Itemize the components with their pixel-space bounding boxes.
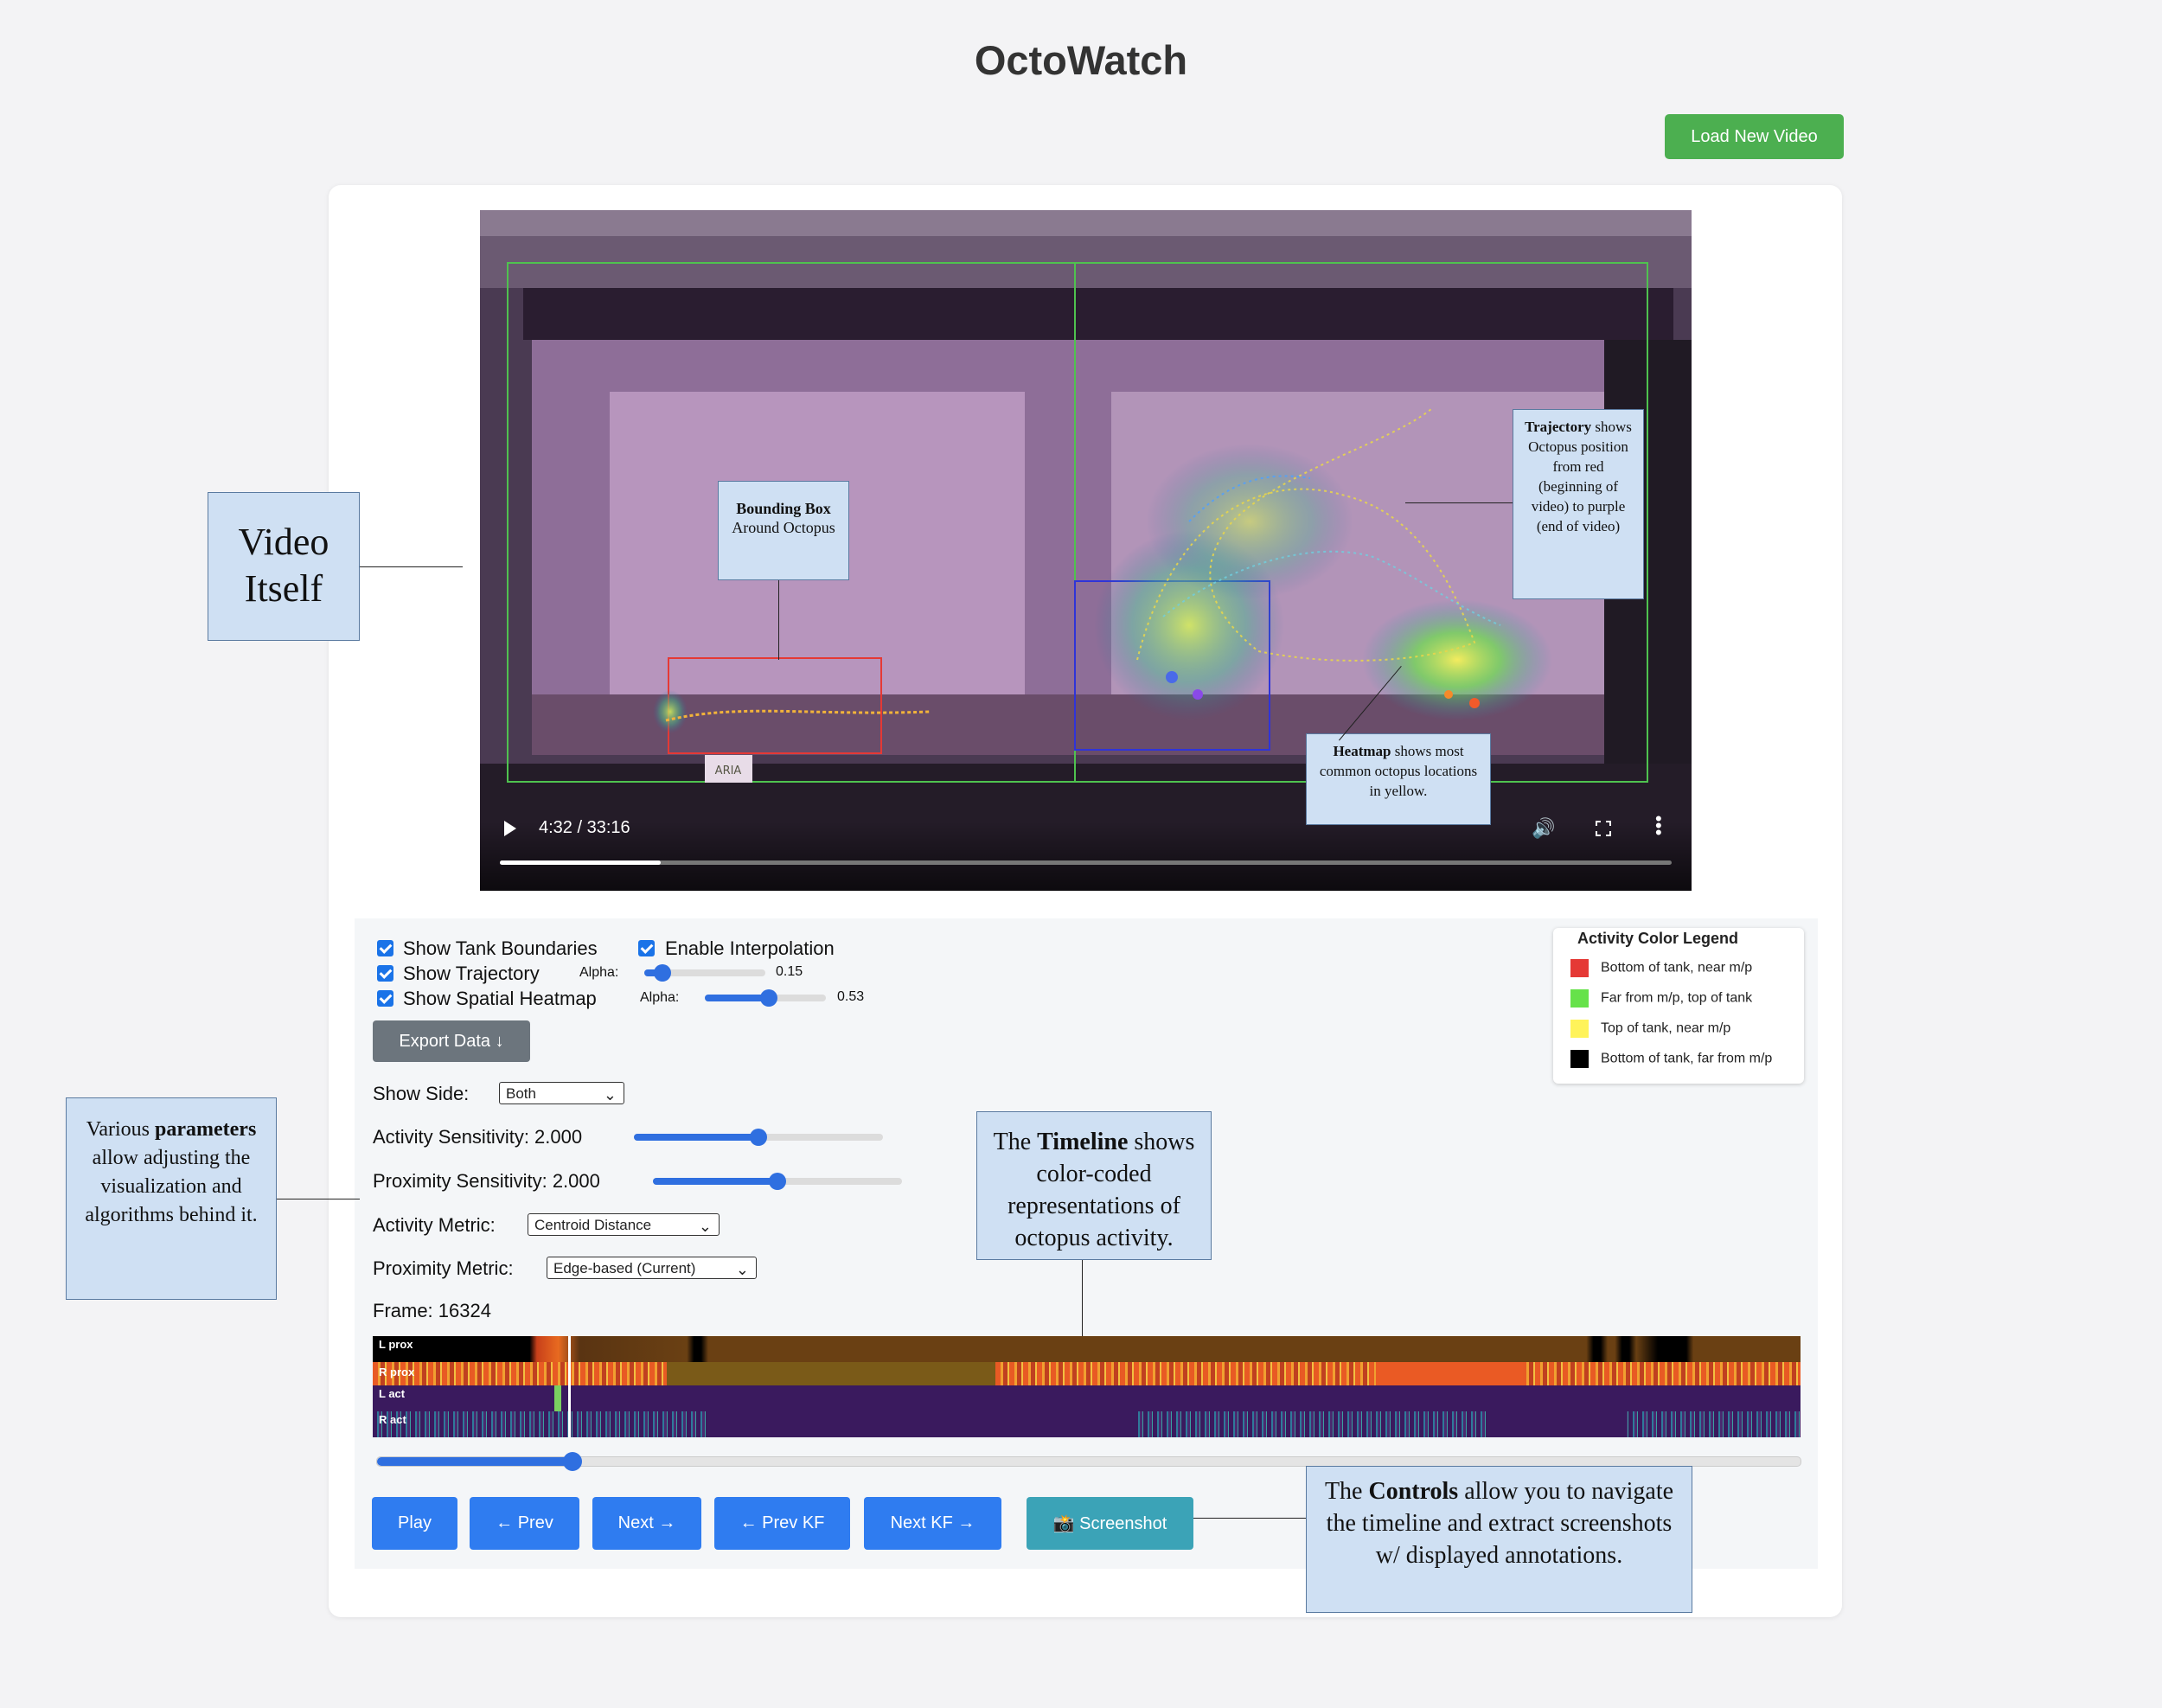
proximity-sensitivity-slider[interactable] bbox=[653, 1173, 902, 1190]
slider-fill bbox=[634, 1134, 758, 1141]
activity-sensitivity-label: Activity Sensitivity: 2.000 bbox=[373, 1126, 583, 1148]
video-player[interactable]: ARIA 4:32 / 33:16 🔊 • • • Bounding Box Aro… bbox=[480, 210, 1692, 891]
proximity-metric-select[interactable]: Edge-based (Current) ⌄ bbox=[547, 1257, 757, 1279]
annotation-arrow bbox=[1193, 1518, 1306, 1519]
annotation-arrow bbox=[360, 566, 463, 567]
show-side-label: Show Side: bbox=[373, 1083, 470, 1104]
slider-thumb[interactable] bbox=[562, 1452, 582, 1471]
trajectory-alpha-label: Alpha: bbox=[579, 965, 619, 980]
timeline-row-r-prox: R prox bbox=[373, 1362, 1801, 1385]
timeline-row-l-prox: L prox bbox=[373, 1336, 1801, 1362]
legend-swatch bbox=[1570, 1020, 1589, 1038]
video-controls-bar bbox=[480, 822, 1692, 891]
screenshot-button[interactable]: 📸 Screenshot bbox=[1027, 1497, 1193, 1550]
next-button[interactable]: Next → bbox=[592, 1497, 701, 1550]
video-progress-fill bbox=[500, 860, 661, 865]
annotation-arrow bbox=[1082, 1260, 1083, 1336]
activity-metric-value: Centroid Distance bbox=[534, 1217, 652, 1233]
activity-metric-select[interactable]: Centroid Distance ⌄ bbox=[528, 1213, 720, 1236]
slider-fill bbox=[653, 1178, 777, 1185]
annotation-parameters: Various parameters allow adjusting the v… bbox=[66, 1097, 277, 1300]
annotation-arrow bbox=[778, 580, 779, 660]
annotation-timeline: The Timeline shows color-coded represent… bbox=[976, 1111, 1212, 1260]
annotation-video-itself: Video Itself bbox=[208, 492, 360, 641]
heatmap-alpha-slider[interactable] bbox=[705, 989, 826, 1007]
proximity-sensitivity-label: Proximity Sensitivity: 2.000 bbox=[373, 1170, 600, 1192]
chevron-down-icon: ⌄ bbox=[698, 1218, 712, 1235]
tank-label-text: ARIA bbox=[715, 764, 742, 777]
load-new-video-button[interactable]: Load New Video bbox=[1665, 114, 1844, 159]
annotation-heatmap: Heatmap shows most common octopus locati… bbox=[1306, 733, 1491, 825]
slider-fill bbox=[377, 1457, 572, 1466]
play-icon[interactable] bbox=[504, 821, 516, 836]
fullscreen-icon[interactable] bbox=[1596, 821, 1611, 836]
video-time-display: 4:32 / 33:16 bbox=[539, 818, 630, 837]
annotation-controls: The Controls allow you to navigate the t… bbox=[1306, 1466, 1692, 1613]
more-options-icon[interactable]: • • • bbox=[1655, 809, 1662, 842]
prev-button[interactable]: ← Prev bbox=[470, 1497, 579, 1550]
frame-counter: Frame: 16324 bbox=[373, 1300, 491, 1321]
show-trajectory-checkbox[interactable] bbox=[377, 965, 393, 982]
show-side-value: Both bbox=[506, 1085, 536, 1102]
slider-fill bbox=[705, 995, 770, 1001]
activity-timeline[interactable]: L prox R prox L act R act bbox=[373, 1336, 1801, 1437]
legend-swatch bbox=[1570, 959, 1589, 977]
heatmap-alpha-value: 0.53 bbox=[837, 989, 865, 1004]
show-spatial-heatmap-label: Show Spatial Heatmap bbox=[403, 988, 597, 1009]
timeline-cursor[interactable] bbox=[568, 1336, 572, 1437]
volume-icon[interactable]: 🔊 bbox=[1532, 817, 1555, 840]
timeline-row-l-act: L act bbox=[373, 1385, 1801, 1411]
trajectory-alpha-value: 0.15 bbox=[776, 964, 803, 979]
legend-title: Activity Color Legend bbox=[1574, 930, 1743, 948]
show-side-select[interactable]: Both ⌄ bbox=[499, 1082, 624, 1104]
heatmap-alpha-label: Alpha: bbox=[640, 990, 680, 1005]
trajectory-alpha-slider[interactable] bbox=[644, 964, 765, 982]
chevron-down-icon: ⌄ bbox=[735, 1261, 749, 1278]
show-tank-boundaries-label: Show Tank Boundaries bbox=[403, 937, 598, 959]
legend-item: Bottom of tank, near m/p bbox=[1570, 959, 1752, 977]
legend-item: Bottom of tank, far from m/p bbox=[1570, 1050, 1772, 1068]
video-frame: ARIA bbox=[480, 210, 1692, 891]
activity-sensitivity-slider[interactable] bbox=[634, 1129, 883, 1146]
slider-thumb[interactable] bbox=[750, 1129, 767, 1146]
legend-item: Far from m/p, top of tank bbox=[1570, 989, 1752, 1008]
app-title: OctoWatch bbox=[974, 37, 1188, 83]
show-spatial-heatmap-checkbox[interactable] bbox=[377, 990, 393, 1007]
export-data-button[interactable]: Export Data ↓ bbox=[373, 1020, 530, 1062]
slider-thumb[interactable] bbox=[654, 964, 671, 982]
annotation-trajectory: Trajectory shows Octopus position from r… bbox=[1513, 409, 1644, 599]
enable-interpolation-label: Enable Interpolation bbox=[665, 937, 835, 959]
prev-keyframe-button[interactable]: ← Prev KF bbox=[714, 1497, 850, 1550]
activity-color-legend: Activity Color Legend Bottom of tank, ne… bbox=[1553, 928, 1804, 1084]
timeline-row-r-act: R act bbox=[373, 1411, 1801, 1437]
show-tank-boundaries-checkbox[interactable] bbox=[377, 940, 393, 956]
annotation-bounding-box: Bounding Box Around Octopus bbox=[718, 481, 849, 580]
legend-item: Top of tank, near m/p bbox=[1570, 1020, 1730, 1038]
slider-thumb[interactable] bbox=[769, 1173, 786, 1190]
chevron-down-icon: ⌄ bbox=[603, 1086, 617, 1103]
proximity-metric-label: Proximity Metric: bbox=[373, 1257, 514, 1279]
show-trajectory-label: Show Trajectory bbox=[403, 963, 540, 984]
next-keyframe-button[interactable]: Next KF → bbox=[864, 1497, 1001, 1550]
play-button[interactable]: Play bbox=[372, 1497, 457, 1550]
legend-swatch bbox=[1570, 989, 1589, 1008]
video-progress-bar[interactable] bbox=[500, 860, 1672, 865]
enable-interpolation-checkbox[interactable] bbox=[638, 940, 655, 956]
annotation-arrow bbox=[1405, 502, 1513, 503]
legend-swatch bbox=[1570, 1050, 1589, 1068]
proximity-metric-value: Edge-based (Current) bbox=[553, 1260, 696, 1276]
activity-metric-label: Activity Metric: bbox=[373, 1214, 496, 1236]
